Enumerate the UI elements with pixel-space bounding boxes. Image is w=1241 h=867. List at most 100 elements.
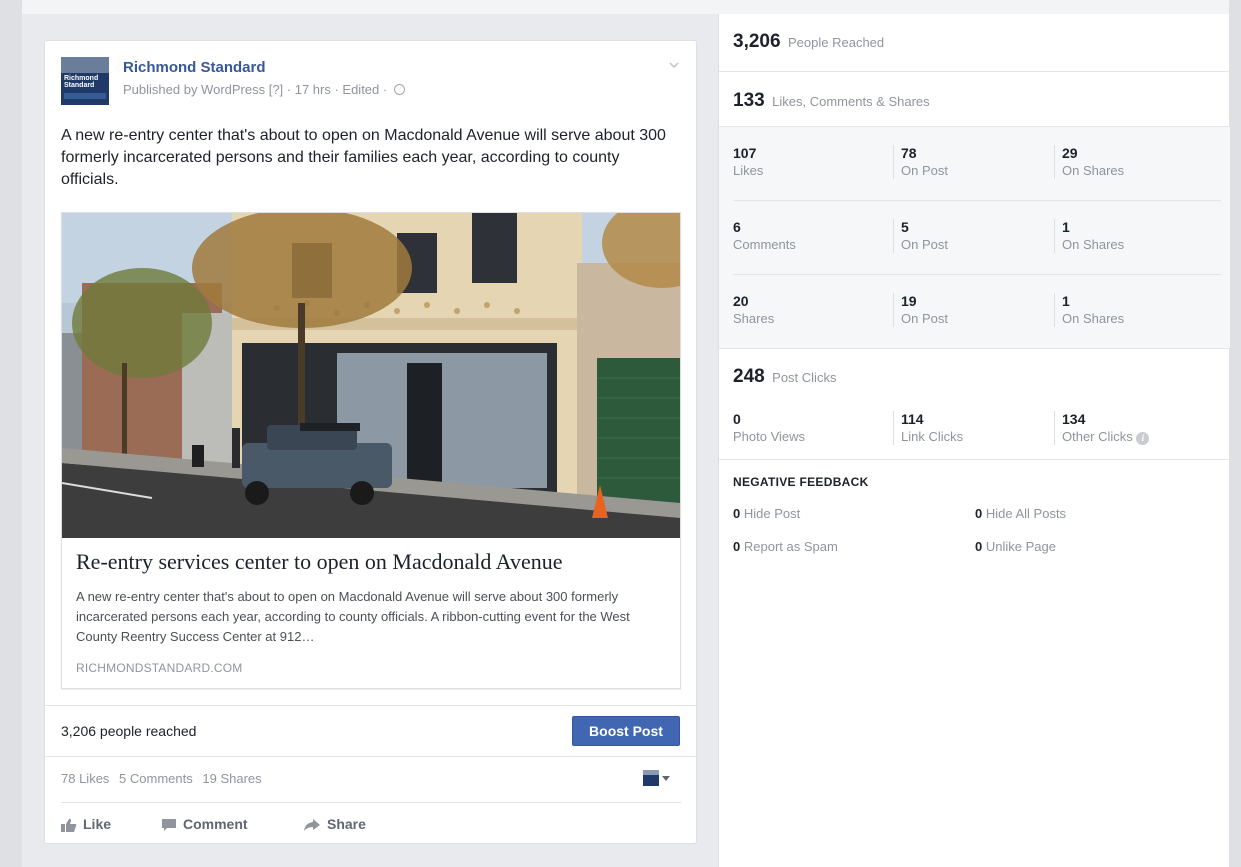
stat-label: Shares [733, 311, 775, 326]
shares-breakdown-row: 20 Shares 19 On Post 1 On Shares [733, 275, 1221, 349]
page-avatar[interactable]: Richmond Standard [61, 57, 109, 105]
post-header: Richmond Standard Richmond Standard Publ… [61, 55, 680, 107]
stat-cell: 1 On Shares [1054, 293, 1124, 327]
hide-post-stat: 0 Hide Post [733, 506, 800, 521]
like-label: Like [83, 816, 112, 832]
link-image[interactable] [62, 213, 680, 538]
stat-number: 20 [733, 293, 749, 309]
stat-label: Photo Views [733, 429, 806, 444]
globe-icon[interactable] [393, 84, 405, 95]
stat-label: On Post [901, 163, 948, 178]
avatar-sky [61, 57, 109, 73]
people-reached-text[interactable]: 3,206 people reached [61, 723, 196, 739]
stat-label: Comments [733, 237, 796, 252]
link-preview[interactable]: Re-entry services center to open on Macd… [61, 212, 681, 689]
neg-label: Hide All Posts [985, 506, 1067, 521]
post-meta: Published by WordPress [?] · 17 hrs · Ed… [123, 82, 405, 97]
page-thumbnail-icon [643, 770, 659, 786]
neg-label: Unlike Page [985, 539, 1056, 554]
stat-number: 78 [901, 145, 917, 161]
post-clicks-value: 248 [733, 366, 765, 387]
stat-label: On Shares [1062, 163, 1125, 178]
post-card: Richmond Standard Richmond Standard Publ… [44, 40, 697, 844]
post-clicks-section: 248 Post Clicks 0 Photo Views 114 Link C… [719, 349, 1230, 460]
stat-cell: 6 Comments [733, 219, 796, 253]
avatar-tagline [64, 93, 106, 99]
neg-number: 0 [733, 539, 741, 554]
page-picker[interactable] [643, 770, 671, 786]
comment-icon [162, 819, 176, 831]
link-domain: RICHMONDSTANDARD.COM [76, 661, 243, 675]
page-name-link[interactable]: Richmond Standard [123, 59, 266, 76]
info-icon[interactable]: i [1136, 432, 1150, 445]
comment-label: Comment [183, 816, 248, 832]
reach-row: 3,206 people reached Boost Post [45, 705, 696, 757]
comment-action[interactable]: Comment [161, 816, 248, 832]
stat-number: 29 [1062, 145, 1078, 161]
stat-number: 5 [901, 219, 909, 235]
stat-number: 6 [733, 219, 741, 235]
negative-feedback-title: NEGATIVE FEEDBACK [733, 475, 869, 489]
stat-cell: 20 Shares [733, 293, 774, 327]
neg-label: Report as Spam [743, 539, 838, 554]
stat-label: Link Clicks [901, 429, 964, 444]
people-reached-label: People Reached [788, 35, 885, 50]
comments-count[interactable]: 5 Comments [119, 771, 193, 786]
top-strip [22, 0, 1229, 14]
stat-number: 114 [901, 411, 924, 427]
neg-number: 0 [975, 539, 983, 554]
stat-label: On Shares [1062, 311, 1125, 326]
stat-cell: 1 On Shares [1054, 219, 1124, 253]
likes-count[interactable]: 78 Likes [61, 771, 109, 786]
people-reached-row: 3,206 People Reached [719, 14, 1230, 72]
stat-cell: 5 On Post [893, 219, 948, 253]
link-title[interactable]: Re-entry services center to open on Macd… [76, 549, 562, 575]
stat-cell: 29 On Shares [1054, 145, 1124, 179]
boost-post-button[interactable]: Boost Post [572, 716, 680, 746]
link-clicks-cell: 114 Link Clicks [893, 411, 963, 445]
reaction-counts: 78 Likes 5 Comments 19 Shares [61, 771, 268, 786]
stat-number: 1 [1062, 219, 1070, 235]
stat-cell: 19 On Post [893, 293, 948, 327]
shares-count[interactable]: 19 Shares [202, 771, 261, 786]
stat-number: 134 [1062, 411, 1086, 427]
unlike-page-stat: 0 Unlike Page [975, 539, 1056, 554]
post-message: A new re-entry center that's about to op… [61, 127, 666, 188]
stat-number: 19 [901, 293, 917, 309]
neg-label: Hide Post [743, 506, 801, 521]
other-clicks-cell: 134 Other Clicks i [1054, 411, 1150, 445]
share-arrow-icon [304, 819, 320, 831]
stat-label: On Shares [1062, 237, 1125, 252]
building-photo [62, 213, 680, 538]
caret-down-icon [662, 776, 670, 781]
stat-label: On Post [901, 311, 948, 326]
post-meta-text: Published by WordPress [?] · 17 hrs · Ed… [123, 82, 388, 97]
stat-number: 1 [1062, 293, 1070, 309]
engagement-value: 133 [733, 90, 765, 111]
avatar-text: Richmond Standard [64, 75, 99, 89]
right-gutter [1229, 0, 1241, 867]
stat-label: Other Clicks [1062, 429, 1133, 444]
stat-label: On Post [901, 237, 948, 252]
left-gutter [0, 0, 22, 867]
engagement-breakdown: 107 Likes 78 On Post 29 On Shares 6 Comm… [719, 127, 1230, 349]
like-action[interactable]: Like [61, 816, 111, 832]
likes-breakdown-row: 107 Likes 78 On Post 29 On Shares [733, 127, 1221, 201]
stat-label-with-info: Other Clicks i [1062, 428, 1150, 445]
photo-views-cell: 0 Photo Views [733, 411, 805, 445]
post-clicks-label: Post Clicks [772, 370, 837, 385]
people-reached-value: 3,206 [733, 31, 781, 52]
chevron-down-icon[interactable] [668, 59, 680, 71]
stat-cell: 107 Likes [733, 145, 763, 179]
share-label: Share [327, 816, 366, 832]
neg-number: 0 [733, 506, 741, 521]
comments-breakdown-row: 6 Comments 5 On Post 1 On Shares [733, 201, 1221, 275]
actions-row: Like Comment Share [61, 803, 681, 843]
stat-cell: 78 On Post [893, 145, 948, 179]
counts-row: 78 Likes 5 Comments 19 Shares [61, 757, 681, 803]
engagement-label: Likes, Comments & Shares [772, 94, 930, 109]
stat-number: 0 [733, 411, 741, 427]
insights-panel: 3,206 People Reached 133 Likes, Comments… [718, 14, 1230, 867]
stat-number: 107 [733, 145, 757, 161]
share-action[interactable]: Share [303, 816, 366, 832]
